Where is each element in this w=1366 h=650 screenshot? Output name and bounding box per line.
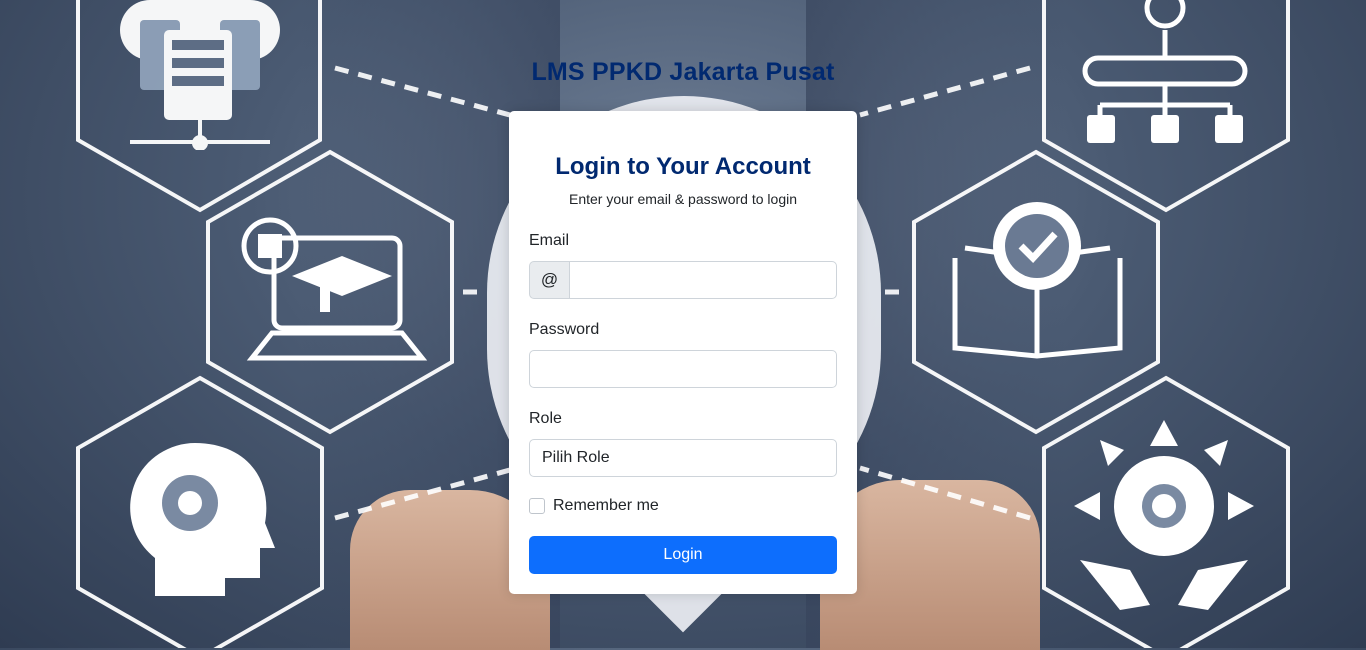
at-sign-addon: @: [529, 261, 569, 299]
password-input[interactable]: [529, 350, 837, 388]
login-title: Login to Your Account: [555, 153, 811, 180]
email-label: Email: [529, 232, 570, 249]
remember-me-label[interactable]: Remember me: [553, 497, 659, 515]
role-select[interactable]: Pilih Role: [529, 439, 837, 477]
login-card: Login to Your Account Enter your email &…: [509, 111, 857, 594]
login-subtitle: Enter your email & password to login: [569, 191, 797, 207]
role-label: Role: [529, 410, 562, 427]
brand-title[interactable]: LMS PPKD Jakarta Pusat: [0, 58, 1366, 87]
login-button[interactable]: Login: [529, 536, 837, 574]
password-label: Password: [529, 321, 600, 338]
mind-gear-icon: [130, 443, 275, 596]
remember-me-row: Remember me: [529, 497, 837, 515]
elearning-laptop-icon: [241, 217, 428, 361]
gear-arrows-hands-icon: [1074, 420, 1254, 610]
email-input[interactable]: [569, 261, 837, 299]
certified-book-icon: [952, 202, 1123, 359]
role-select-value: Pilih Role: [542, 449, 610, 466]
remember-me-checkbox[interactable]: [529, 498, 545, 514]
email-input-group: @: [529, 261, 837, 299]
